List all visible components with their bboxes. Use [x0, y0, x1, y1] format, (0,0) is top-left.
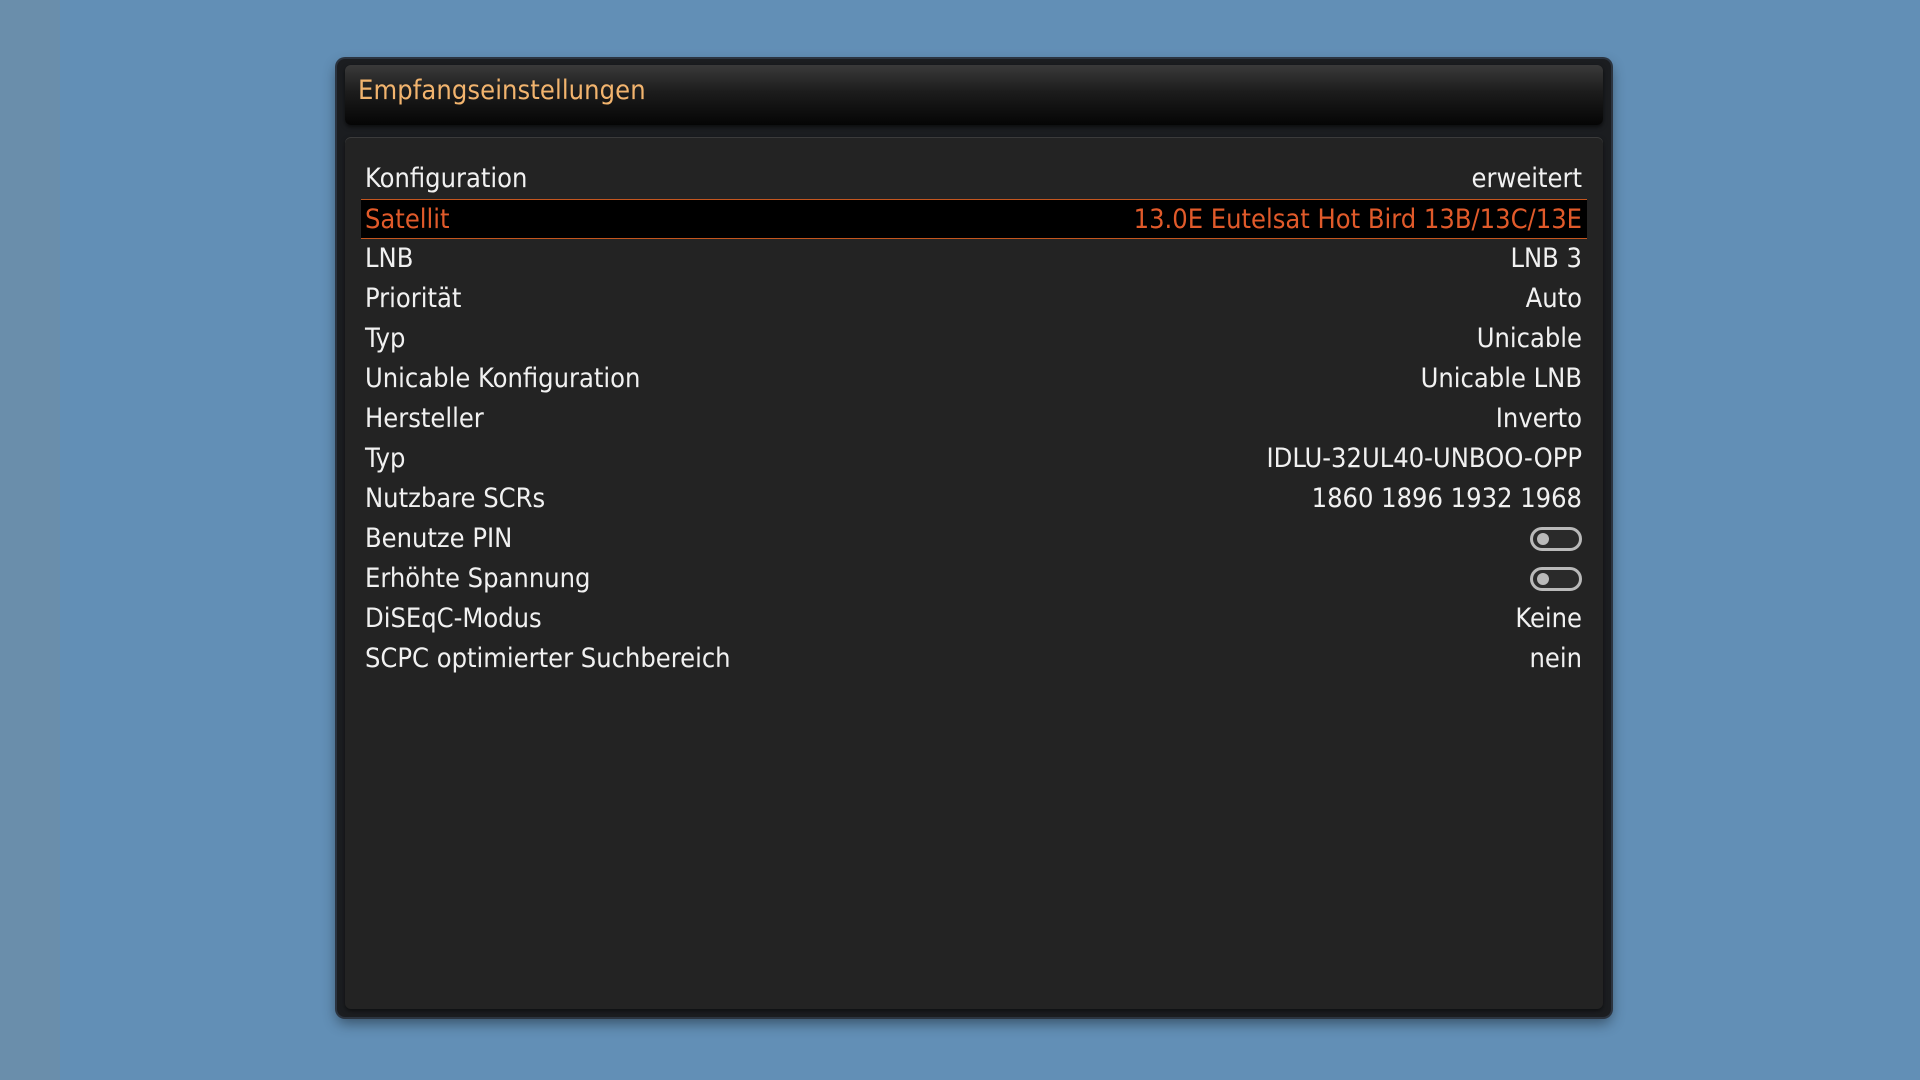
toggle-knob-icon: [1537, 573, 1549, 585]
setting-erhoehte-spannung[interactable]: Erhöhte Spannung: [361, 559, 1587, 599]
setting-value: nein: [1529, 643, 1583, 674]
setting-label: Konfiguration: [365, 163, 528, 194]
setting-prioritaet[interactable]: Priorität Auto: [361, 279, 1587, 319]
setting-unicable-konfiguration[interactable]: Unicable Konfiguration Unicable LNB: [361, 359, 1587, 399]
setting-typ[interactable]: Typ Unicable: [361, 319, 1587, 359]
setting-value: erweitert: [1471, 163, 1582, 194]
window-title: Empfangseinstellungen: [358, 75, 646, 106]
setting-benutze-pin[interactable]: Benutze PIN: [361, 519, 1587, 559]
setting-label: Hersteller: [365, 403, 484, 434]
erhoehte-spannung-toggle[interactable]: [1530, 567, 1582, 591]
setting-diseqc-modus[interactable]: DiSEqC-Modus Keine: [361, 599, 1587, 639]
setting-value: Unicable LNB: [1420, 363, 1582, 394]
title-bar: Empfangseinstellungen: [345, 65, 1603, 125]
setting-value: Auto: [1525, 283, 1582, 314]
setting-label: Typ: [365, 323, 406, 354]
benutze-pin-toggle[interactable]: [1530, 527, 1582, 551]
setting-label: SCPC optimierter Suchbereich: [365, 643, 731, 674]
setting-lnb[interactable]: LNB LNB 3: [361, 239, 1587, 279]
setting-value: Unicable: [1476, 323, 1582, 354]
setting-hersteller[interactable]: Hersteller Inverto: [361, 399, 1587, 439]
settings-list: Konfiguration erweitert Satellit 13.0E E…: [361, 159, 1587, 679]
setting-nutzbare-scrs[interactable]: Nutzbare SCRs 1860 1896 1932 1968: [361, 479, 1587, 519]
setting-konfiguration[interactable]: Konfiguration erweitert: [361, 159, 1587, 199]
setting-label: Nutzbare SCRs: [365, 483, 546, 514]
setting-label: Unicable Konfiguration: [365, 363, 641, 394]
setting-value: LNB 3: [1510, 243, 1582, 274]
setting-value: 1860 1896 1932 1968: [1311, 483, 1582, 514]
setting-satellit[interactable]: Satellit 13.0E Eutelsat Hot Bird 13B/13C…: [361, 199, 1587, 239]
setting-label: Benutze PIN: [365, 523, 513, 554]
setting-label: DiSEqC-Modus: [365, 603, 542, 634]
setting-label: Erhöhte Spannung: [365, 563, 591, 594]
setting-value: Keine: [1515, 603, 1582, 634]
settings-panel: Konfiguration erweitert Satellit 13.0E E…: [345, 137, 1603, 1009]
setting-scpc-suchbereich[interactable]: SCPC optimierter Suchbereich nein: [361, 639, 1587, 679]
setting-label: LNB: [365, 243, 414, 274]
setting-lnb-typ[interactable]: Typ IDLU-32UL40-UNBOO-OPP: [361, 439, 1587, 479]
setting-label: Satellit: [365, 204, 450, 235]
setting-value: IDLU-32UL40-UNBOO-OPP: [1266, 443, 1582, 474]
setting-label: Priorität: [365, 283, 462, 314]
toggle-knob-icon: [1537, 533, 1549, 545]
setting-label: Typ: [365, 443, 406, 474]
setting-value: 13.0E Eutelsat Hot Bird 13B/13C/13E: [1133, 204, 1582, 235]
setting-value: Inverto: [1495, 403, 1582, 434]
